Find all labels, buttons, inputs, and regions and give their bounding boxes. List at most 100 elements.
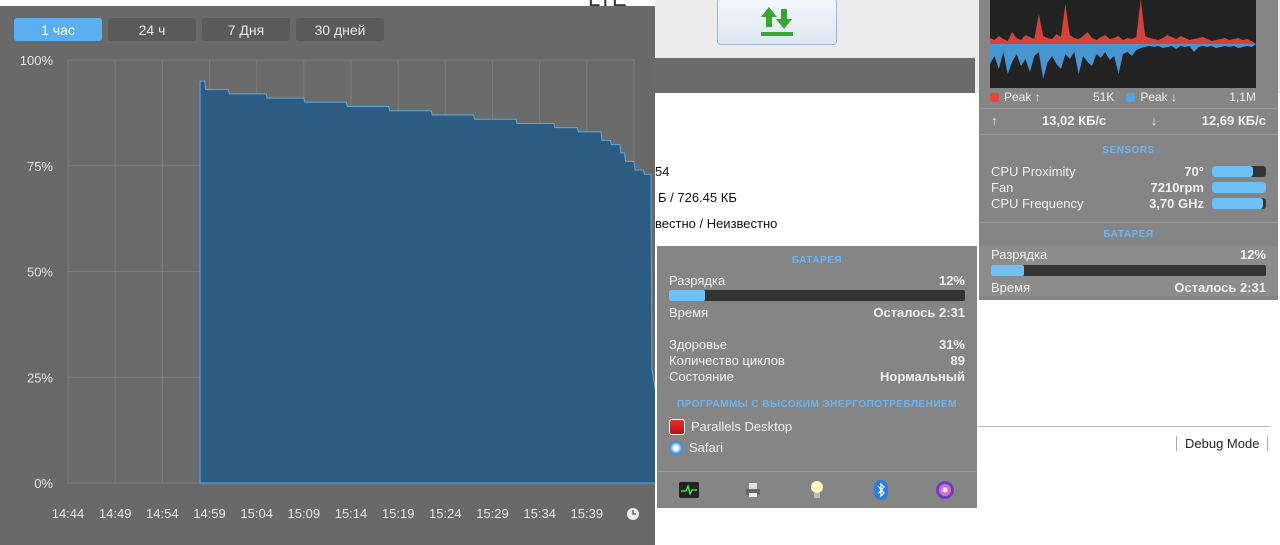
network-rates-row: ↑ 13,02 КБ/с ↓ 12,69 КБ/с <box>979 112 1278 128</box>
cpu-frequency-row: CPU Frequency 3,70 GHz <box>979 195 1278 211</box>
cycles-label: Количество циклов <box>669 352 785 368</box>
discharge-label: Разрядка <box>991 246 1048 262</box>
time-row: Время Осталось 2:31 <box>979 279 1278 295</box>
divider <box>979 222 1278 223</box>
parallels-icon <box>669 418 685 435</box>
x-tick-label: 15:29 <box>476 506 509 521</box>
download-traffic-area <box>990 44 1256 79</box>
printer-icon[interactable] <box>743 480 763 500</box>
x-tick-label: 15:14 <box>335 506 368 521</box>
bluetooth-icon[interactable] <box>871 480 891 500</box>
x-tick-label: 15:24 <box>429 506 462 521</box>
state-row: Состояние Нормальный <box>657 368 977 384</box>
y-tick-label: 75% <box>27 159 53 174</box>
x-tick-label: 15:19 <box>382 506 415 521</box>
x-tick-label: 14:59 <box>193 506 226 521</box>
peak-down-value: 1,1M <box>1229 90 1256 104</box>
health-label: Здоровье <box>669 336 728 352</box>
network-graph <box>990 0 1256 88</box>
info-line-1: 54 <box>655 164 670 179</box>
download-arrow: ↓ <box>1150 112 1158 128</box>
activity-monitor-icon[interactable] <box>679 480 699 500</box>
x-tick-label: 15:09 <box>288 506 321 521</box>
health-row: Здоровье 31% <box>657 336 977 352</box>
app-name: Parallels Desktop <box>691 419 793 434</box>
popup-toolbar <box>657 471 977 508</box>
network-legend: Peak ↑ 51K Peak ↓ 1,1M <box>990 88 1256 106</box>
upload-rate: 13,02 КБ/с <box>1041 112 1107 128</box>
up-down-arrows-icon <box>761 6 793 36</box>
x-tick-label: 14:44 <box>52 506 85 521</box>
cpu-proximity-value: 70° <box>1184 163 1204 179</box>
disk-utility-icon[interactable] <box>935 480 955 500</box>
x-tick-label: 14:54 <box>146 506 179 521</box>
sensors-section-title: SENSORS <box>1102 145 1155 156</box>
cpu-frequency-label: CPU Frequency <box>991 195 1084 211</box>
debug-mode-button[interactable]: Debug Mode <box>1176 436 1269 451</box>
peak-up-label: Peak ↑ <box>1004 90 1041 104</box>
peak-down-label: Peak ↓ <box>1140 90 1178 104</box>
app-row-safari[interactable]: Safari <box>657 437 977 458</box>
fan-label: Fan <box>991 179 1014 195</box>
discharge-bar-fill <box>669 290 705 301</box>
divider <box>979 134 1278 135</box>
sensors-popup: Peak ↑ 51K Peak ↓ 1,1M ↑ 13,02 КБ/с ↓ 12… <box>979 0 1278 300</box>
x-tick-label: 15:04 <box>240 506 273 521</box>
state-value: Нормальный <box>880 368 965 384</box>
time-value: Осталось 2:31 <box>873 304 965 320</box>
app-name: Safari <box>689 440 723 455</box>
discharge-bar <box>669 290 965 301</box>
lightbulb-icon[interactable] <box>807 480 827 500</box>
cpu-proximity-bar-fill <box>1212 165 1253 177</box>
time-label: Время <box>991 279 1031 295</box>
info-line-2: Б / 726.45 КБ <box>658 190 737 205</box>
y-tick-label: 25% <box>27 370 53 385</box>
cpu-proximity-label: CPU Proximity <box>991 163 1076 179</box>
discharge-bar-fill <box>991 265 1024 276</box>
x-tick-label: 15:34 <box>523 506 556 521</box>
battery-section-title: БАТАРЕЯ <box>791 255 843 266</box>
discharge-bar <box>991 265 1266 276</box>
cpu-frequency-value: 3,70 GHz <box>1149 195 1204 211</box>
time-row: Время Осталось 2:31 <box>657 304 977 320</box>
fan-bar-fill <box>1212 181 1266 193</box>
cpu-frequency-bar-fill <box>1212 197 1264 209</box>
info-line-3: вестно / Неизвестно <box>655 216 778 231</box>
safari-icon <box>669 440 683 455</box>
background-dark-band <box>655 58 975 93</box>
cycles-row: Количество циклов 89 <box>657 352 977 368</box>
battery-chart: 14:44 14:49 14:54 14:59 15:04 15:09 15:14 15:19… <box>20 53 655 521</box>
upload-legend-swatch <box>990 92 999 102</box>
x-tick-label: 14:49 <box>99 506 132 521</box>
fan-bar <box>1212 181 1266 193</box>
download-legend-swatch <box>1126 92 1136 102</box>
y-tick-label: 0% <box>34 476 53 491</box>
app-row-parallels[interactable]: Parallels Desktop <box>657 416 977 437</box>
battery-level-area <box>199 80 655 484</box>
y-tick-label: 100% <box>20 53 54 68</box>
fan-row: Fan 7210rpm <box>979 179 1278 195</box>
peak-up-value: 51K <box>1092 90 1115 104</box>
y-tick-label: 50% <box>27 265 53 280</box>
download-rate: 12,69 КБ/с <box>1201 112 1266 128</box>
transfer-button[interactable] <box>717 0 837 45</box>
health-value: 31% <box>938 336 965 352</box>
time-value: Осталось 2:31 <box>1174 279 1266 295</box>
upload-arrow: ↑ <box>991 112 998 128</box>
time-label: Время <box>669 304 709 320</box>
upload-traffic-area <box>990 0 1256 44</box>
discharge-row: Разрядка 12% <box>657 272 977 288</box>
cpu-proximity-row: CPU Proximity 70° <box>979 163 1278 179</box>
x-tick-label: 15:39 <box>571 506 604 521</box>
cycles-value: 89 <box>950 352 965 368</box>
cpu-proximity-bar <box>1212 165 1266 177</box>
battery-popup: БАТАРЕЯ Разрядка 12% Время Осталось 2:31… <box>657 246 977 508</box>
divider <box>979 108 1278 109</box>
discharge-value: 12% <box>938 272 965 288</box>
discharge-label: Разрядка <box>669 272 726 288</box>
discharge-row: Разрядка 12% <box>979 246 1278 262</box>
battery-section-title: БАТАРЕЯ <box>1103 229 1154 240</box>
divider <box>978 426 1270 427</box>
battery-history-window: 1 час 24 ч 7 Дня 30 дней 14:44 14:49 14:54… <box>0 6 655 545</box>
discharge-value: 12% <box>1239 246 1266 262</box>
